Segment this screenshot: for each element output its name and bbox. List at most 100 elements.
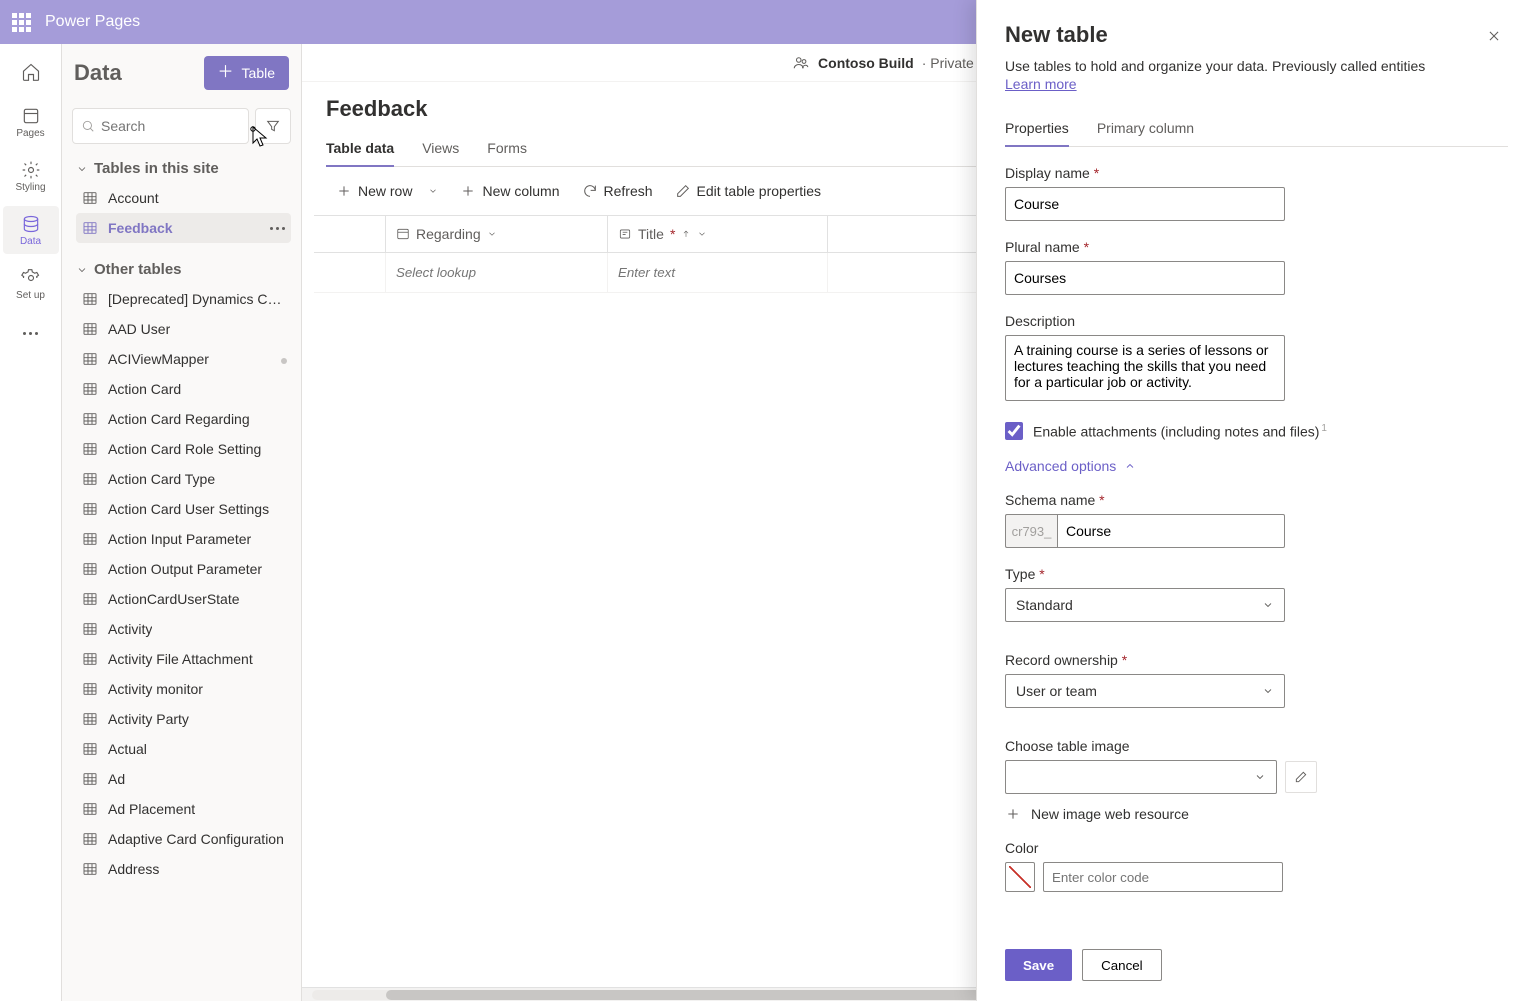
home-button[interactable]: [3, 52, 59, 92]
ownership-select[interactable]: User or team: [1005, 674, 1285, 708]
table-icon: [82, 441, 98, 457]
home-icon: [21, 62, 41, 82]
nav-rail: Pages Styling Data Set up: [0, 44, 62, 1001]
table-item[interactable]: AAD User: [76, 314, 291, 344]
rail-item-set-up[interactable]: Set up: [3, 260, 59, 308]
waffle-icon[interactable]: [12, 13, 31, 32]
rail-icon: [21, 160, 41, 180]
table-item[interactable]: Activity File Attachment: [76, 644, 291, 674]
chevron-down-icon: [697, 229, 707, 239]
tab-forms[interactable]: Forms: [487, 132, 527, 166]
rail-icon: [21, 106, 41, 126]
table-item[interactable]: Activity monitor: [76, 674, 291, 704]
advanced-options-toggle[interactable]: Advanced options: [1005, 458, 1508, 474]
rail-item-data[interactable]: Data: [3, 206, 59, 254]
cmd-new-column[interactable]: New column: [450, 179, 569, 203]
table-item[interactable]: Actual: [76, 734, 291, 764]
table-icon: [82, 531, 98, 547]
rail-item-pages[interactable]: Pages: [3, 98, 59, 146]
plus-icon: [460, 183, 476, 199]
table-item[interactable]: Action Input Parameter: [76, 524, 291, 554]
table-item[interactable]: Action Card: [76, 374, 291, 404]
chevron-down-icon: [1262, 685, 1274, 697]
table-item[interactable]: ACIViewMapper: [76, 344, 291, 374]
table-item[interactable]: Action Output Parameter: [76, 554, 291, 584]
table-item[interactable]: Ad: [76, 764, 291, 794]
table-item[interactable]: Action Card Type: [76, 464, 291, 494]
table-item[interactable]: Account: [76, 183, 291, 213]
chevron-down-icon: [76, 264, 88, 276]
image-select[interactable]: [1005, 760, 1277, 794]
table-item[interactable]: Ad Placement: [76, 794, 291, 824]
lookup-input[interactable]: [396, 265, 597, 280]
table-item[interactable]: Action Card User Settings: [76, 494, 291, 524]
search-input-wrap[interactable]: [72, 108, 249, 144]
enable-attachments-label: Enable attachments (including notes and …: [1033, 423, 1327, 440]
cmd-edit-props[interactable]: Edit table properties: [665, 179, 832, 203]
data-sidebar: Data ＋ Table Tables in this site Account…: [62, 44, 302, 1001]
table-item[interactable]: ActionCardUserState: [76, 584, 291, 614]
section-tables-in-site[interactable]: Tables in this site: [76, 160, 291, 177]
table-item[interactable]: Address: [76, 854, 291, 884]
table-icon: [82, 861, 98, 877]
cmd-refresh[interactable]: Refresh: [572, 179, 663, 203]
plural-name-input[interactable]: [1005, 261, 1285, 295]
close-button[interactable]: [1480, 22, 1508, 50]
save-button[interactable]: Save: [1005, 949, 1072, 981]
description-input[interactable]: [1005, 335, 1285, 401]
search-icon: [81, 118, 95, 134]
enable-attachments-checkbox[interactable]: [1005, 422, 1023, 440]
learn-more-link[interactable]: Learn more: [1005, 76, 1077, 92]
type-select[interactable]: Standard: [1005, 588, 1285, 622]
table-icon: [82, 771, 98, 787]
new-table-label: Table: [242, 65, 275, 81]
group-icon: [792, 54, 810, 72]
rail-item-styling[interactable]: Styling: [3, 152, 59, 200]
chevron-down-icon: [487, 229, 497, 239]
table-item[interactable]: Adaptive Card Configuration: [76, 824, 291, 854]
scroll-thumb[interactable]: [281, 358, 287, 364]
refresh-icon: [582, 183, 598, 199]
table-item[interactable]: [Deprecated] Dynamics Cust...: [76, 284, 291, 314]
new-table-button[interactable]: ＋ Table: [204, 56, 289, 90]
rail-more-button[interactable]: [3, 318, 59, 348]
display-name-input[interactable]: [1005, 187, 1285, 221]
schema-name-input[interactable]: [1057, 514, 1285, 548]
section-other-tables[interactable]: Other tables: [76, 261, 291, 278]
chevron-down-icon: [428, 186, 438, 196]
table-icon: [82, 561, 98, 577]
table-icon: [82, 651, 98, 667]
table-item[interactable]: Activity: [76, 614, 291, 644]
column-selector[interactable]: [314, 216, 386, 252]
rail-icon: [21, 268, 41, 288]
rail-icon: [21, 214, 41, 234]
color-code-input[interactable]: [1043, 862, 1283, 892]
table-icon: [82, 411, 98, 427]
edit-icon: [675, 183, 691, 199]
sort-asc-icon: [681, 229, 691, 239]
table-icon: [82, 321, 98, 337]
panel-tab-primary-column[interactable]: Primary column: [1097, 112, 1194, 146]
table-icon: [82, 291, 98, 307]
cancel-button[interactable]: Cancel: [1082, 949, 1162, 981]
new-image-resource-button[interactable]: New image web resource: [1005, 806, 1508, 822]
chevron-down-icon: [1254, 771, 1266, 783]
column-header-title[interactable]: Title *: [608, 216, 828, 252]
color-swatch[interactable]: [1005, 862, 1035, 892]
edit-icon: [1294, 770, 1308, 784]
panel-tab-properties[interactable]: Properties: [1005, 112, 1069, 146]
table-item[interactable]: Activity Party: [76, 704, 291, 734]
table-item[interactable]: Action Card Regarding: [76, 404, 291, 434]
table-icon: [82, 381, 98, 397]
text-input[interactable]: [618, 265, 817, 280]
search-input[interactable]: [101, 118, 240, 134]
table-item[interactable]: Feedback: [76, 213, 291, 243]
edit-image-button[interactable]: [1285, 761, 1317, 793]
cmd-new-row[interactable]: New row: [326, 179, 448, 203]
tab-table-data[interactable]: Table data: [326, 132, 394, 166]
table-item[interactable]: Action Card Role Setting: [76, 434, 291, 464]
more-icon[interactable]: [270, 227, 285, 230]
tab-views[interactable]: Views: [422, 132, 459, 166]
chevron-down-icon: [1262, 599, 1274, 611]
column-header-regarding[interactable]: Regarding: [386, 216, 608, 252]
